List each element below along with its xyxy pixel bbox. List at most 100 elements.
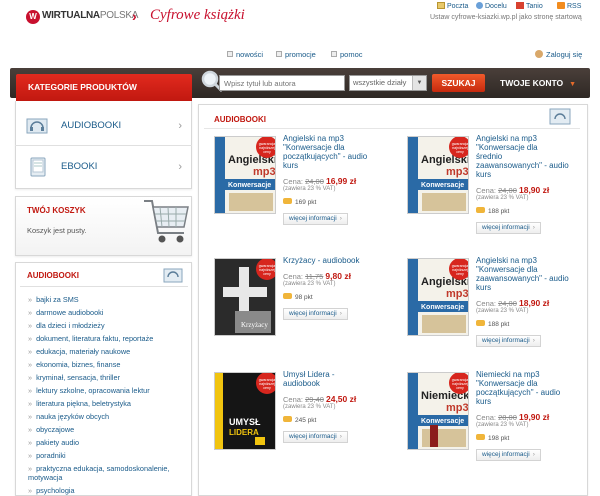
product-cover-image[interactable]: Angielskimp3Konwersacjegwarancjanajniższ…	[215, 137, 276, 214]
docelu-link[interactable]: Docelu	[476, 2, 507, 10]
product-title-line: "Konwersacje dla	[476, 143, 538, 152]
product-title[interactable]: Angielski na mp3 "Konwersacje dla średnio z…	[476, 134, 581, 179]
chevron-right-icon: ›	[339, 433, 342, 440]
product-title-line: kurs	[283, 161, 299, 170]
subcategory-link[interactable]: ekonomia, biznes, finanse	[28, 360, 120, 369]
coin-icon	[476, 434, 485, 440]
category-select[interactable]: wszystkie działy ▼	[349, 75, 427, 91]
product-cover-image[interactable]: Angielskimp3Konwersacjegwarancjanajniższ…	[408, 259, 469, 336]
subcategory-link[interactable]: psychologia	[28, 486, 75, 495]
vat-note: (zawiera 23 % VAT)	[476, 308, 529, 314]
vat-note: (zawiera 23 % VAT)	[476, 195, 529, 201]
product-cover[interactable]: Krzyżacy gwarancja najniższej ceny	[214, 258, 276, 336]
nav-nowosci[interactable]: nowości	[227, 50, 263, 59]
headphones-icon	[163, 268, 183, 283]
svg-text:Krzyżacy: Krzyżacy	[241, 321, 268, 329]
product-title-line: kurs	[476, 283, 492, 292]
old-price: 24,00	[498, 299, 517, 308]
svg-text:mp3: mp3	[446, 402, 469, 414]
coin-icon	[283, 198, 292, 204]
product-title[interactable]: Krzyżacy - audiobook	[283, 256, 388, 265]
coin-icon	[283, 293, 292, 299]
account-menu[interactable]: TWOJE KONTO ▼	[500, 74, 576, 92]
svg-text:ceny: ceny	[456, 386, 464, 390]
coin-icon	[476, 207, 485, 213]
wp-logo-icon[interactable]: W	[26, 10, 40, 24]
search-input[interactable]	[219, 75, 345, 91]
product-title-line: Angielski na mp3	[476, 134, 537, 143]
more-info-button[interactable]: więcej informacji ›	[476, 335, 541, 347]
mail-icon	[437, 2, 445, 9]
subcategory-link[interactable]: poradniki	[28, 451, 66, 460]
chevron-right-icon: ›	[532, 224, 535, 231]
product-cover[interactable]: Angielski mp3 Konwersacje gwarancja najniższ…	[214, 136, 276, 214]
service-title[interactable]: Cyfrowe książki	[150, 7, 245, 24]
chevron-right-icon: ›	[532, 451, 535, 458]
more-info-button[interactable]: więcej informacji ›	[283, 431, 348, 443]
loyalty-points: 98 pkt	[283, 293, 313, 301]
product-title-line: zaawansowanych" - audio	[476, 274, 569, 283]
category-audiobooki[interactable]: AUDIOBOOKI ›	[15, 106, 192, 146]
more-info-button[interactable]: więcej informacji ›	[476, 449, 541, 461]
nav-pomoc[interactable]: pomoc	[331, 50, 363, 59]
logo-chevron-icon: ›	[132, 8, 137, 24]
subcategory-link[interactable]: obyczajowe	[28, 425, 74, 434]
product-cover[interactable]: UMYSŁ LIDERA gwarancja najniższej ceny	[214, 372, 276, 450]
set-homepage-link[interactable]: Ustaw cyfrowe-ksiazki.wp.pl jako stronę …	[430, 14, 582, 21]
poczta-link[interactable]: Poczta	[437, 2, 468, 10]
points-value: 98 pkt	[295, 294, 313, 301]
more-info-label: więcej informacji	[289, 433, 337, 440]
product-cover-image[interactable]: Krzyżacygwarancjanajniższejceny	[215, 259, 276, 336]
headphones-icon	[26, 118, 48, 134]
rss-link[interactable]: RSS	[557, 2, 581, 10]
svg-text:ceny: ceny	[263, 150, 271, 154]
subcategory-link[interactable]: darmowe audiobooki	[28, 308, 103, 317]
more-info-button[interactable]: więcej informacji ›	[283, 308, 348, 320]
product-title-line: "Konwersacje dla	[476, 379, 538, 388]
subcategory-link[interactable]: nauka języków obcych	[28, 412, 109, 421]
product-title[interactable]: Angielski na mp3 "Konwersacje dla zaawanso…	[476, 256, 581, 292]
points-value: 188 pkt	[488, 208, 510, 215]
tanio-link[interactable]: Tanio	[516, 2, 543, 10]
nav-promocje[interactable]: promocje	[276, 50, 316, 59]
old-price: 11,75	[305, 272, 324, 281]
product-cover[interactable]: Niemiecki mp3 Konwersacje gwarancja najniższ…	[407, 372, 469, 450]
wp-logo[interactable]: WIRTUALNAPOLSKA	[42, 10, 138, 21]
category-ebooki[interactable]: EBOOKI ›	[15, 147, 192, 187]
rss-icon	[557, 2, 565, 9]
old-price: 28,00	[498, 413, 517, 422]
more-info-button[interactable]: więcej informacji ›	[476, 222, 541, 234]
product-title[interactable]: Angielski na mp3 "Konwersacje dla początku…	[283, 134, 388, 170]
product-cover[interactable]: Angielski mp3 Konwersacje gwarancja najniższ…	[407, 136, 469, 214]
subcategory-link[interactable]: dla dzieci i młodzieży	[28, 321, 105, 330]
subcategory-link[interactable]: praktyczna edukacja, samodoskonalenie, m…	[28, 464, 188, 482]
subcategory-link[interactable]: pakiety audio	[28, 438, 79, 447]
svg-text:Konwersacje: Konwersacje	[421, 418, 464, 425]
product-title[interactable]: Umysł Lidera - audiobook	[283, 370, 388, 388]
subcategory-link[interactable]: edukacja, materiały naukowe	[28, 347, 130, 356]
login-link[interactable]: Zaloguj się	[535, 50, 582, 59]
product-price: Cena: 24,00 18,90 zł	[476, 298, 549, 308]
subcategory-link[interactable]: bajki za SMS	[28, 295, 79, 304]
product-title-line: kurs	[476, 170, 492, 179]
product-cover-image[interactable]: Niemieckimp3Konwersacjegwarancjanajniższ…	[408, 373, 469, 450]
loyalty-points: 188 pkt	[476, 320, 509, 328]
svg-text:Konwersacje: Konwersacje	[228, 182, 271, 189]
cart-title[interactable]: TWÓJ KOSZYK	[27, 206, 86, 215]
new-price: 9,80 zł	[325, 271, 351, 281]
product-cover[interactable]: Angielski mp3 Konwersacje gwarancja najniższ…	[407, 258, 469, 336]
subcategory-link[interactable]: kryminał, sensacja, thriller	[28, 373, 120, 382]
points-value: 198 pkt	[488, 435, 510, 442]
product-title[interactable]: Niemiecki na mp3 "Konwersacje dla początku…	[476, 370, 581, 406]
subcategory-link[interactable]: literatura piękna, beletrystyka	[28, 399, 131, 408]
subcategory-link[interactable]: lektury szkolne, opracowania lektur	[28, 386, 150, 395]
product-cover-image[interactable]: Angielskimp3Konwersacjegwarancjanajniższ…	[408, 137, 469, 214]
svg-text:ceny: ceny	[263, 386, 271, 390]
more-info-label: więcej informacji	[482, 337, 530, 344]
more-info-label: więcej informacji	[289, 215, 337, 222]
product-cover-image[interactable]: UMYSŁLIDERAgwarancjanajniższejceny	[215, 373, 276, 450]
headphones-icon	[549, 108, 571, 125]
search-button[interactable]: SZUKAJ	[432, 74, 485, 92]
more-info-button[interactable]: więcej informacji ›	[283, 213, 348, 225]
subcategory-link[interactable]: dokument, literatura faktu, reportaże	[28, 334, 153, 343]
